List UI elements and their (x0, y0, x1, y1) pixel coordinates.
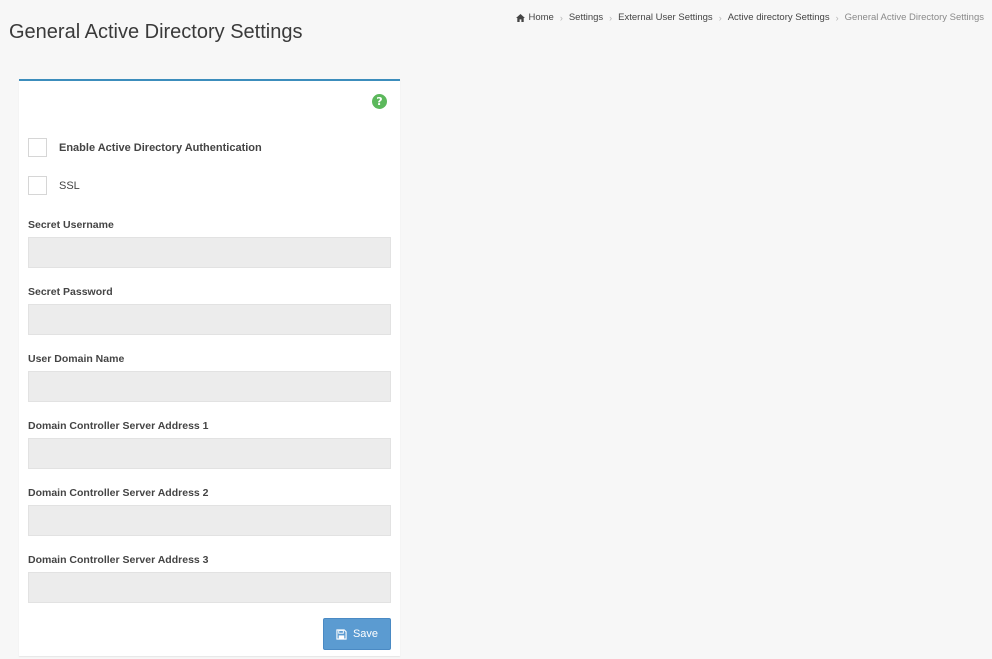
breadcrumb-active-directory-settings[interactable]: Active directory Settings (728, 12, 830, 23)
save-button[interactable]: Save (323, 618, 391, 650)
dc-server-address-2-label: Domain Controller Server Address 2 (28, 487, 209, 499)
dc-server-address-3-label: Domain Controller Server Address 3 (28, 554, 209, 566)
dc-server-address-1-label: Domain Controller Server Address 1 (28, 420, 209, 432)
breadcrumb-separator: › (609, 12, 613, 23)
secret-username-label: Secret Username (28, 219, 114, 231)
breadcrumb-settings[interactable]: Settings (569, 12, 603, 23)
save-button-label: Save (352, 628, 379, 640)
user-domain-name-label: User Domain Name (28, 353, 125, 365)
enable-ad-checkbox[interactable] (28, 138, 47, 157)
dc-server-address-1-input[interactable] (28, 438, 391, 469)
ssl-row: SSL (28, 176, 80, 195)
secret-password-input[interactable] (28, 304, 391, 335)
breadcrumb-home[interactable]: Home (529, 12, 554, 23)
ssl-checkbox[interactable] (28, 176, 47, 195)
breadcrumb-current: General Active Directory Settings (844, 12, 984, 23)
dc-server-address-2-input[interactable] (28, 505, 391, 536)
secret-username-input[interactable] (28, 237, 391, 268)
page-title: General Active Directory Settings (9, 21, 303, 43)
breadcrumb-external-user-settings[interactable]: External User Settings (618, 12, 713, 23)
breadcrumb-separator: › (718, 12, 722, 23)
user-domain-name-input[interactable] (28, 371, 391, 402)
dc-server-address-3-input[interactable] (28, 572, 391, 603)
ssl-label: SSL (59, 179, 80, 192)
settings-panel: ? Enable Active Directory Authentication… (19, 79, 400, 656)
help-icon[interactable]: ? (372, 94, 387, 109)
secret-password-label: Secret Password (28, 286, 113, 298)
floppy-disk-icon (336, 628, 347, 640)
breadcrumb: Home › Settings › External User Settings… (515, 12, 984, 23)
breadcrumb-separator: › (559, 12, 563, 23)
home-icon (515, 13, 525, 22)
enable-ad-label: Enable Active Directory Authentication (59, 141, 262, 154)
enable-ad-row: Enable Active Directory Authentication (28, 138, 262, 157)
breadcrumb-separator: › (835, 12, 839, 23)
